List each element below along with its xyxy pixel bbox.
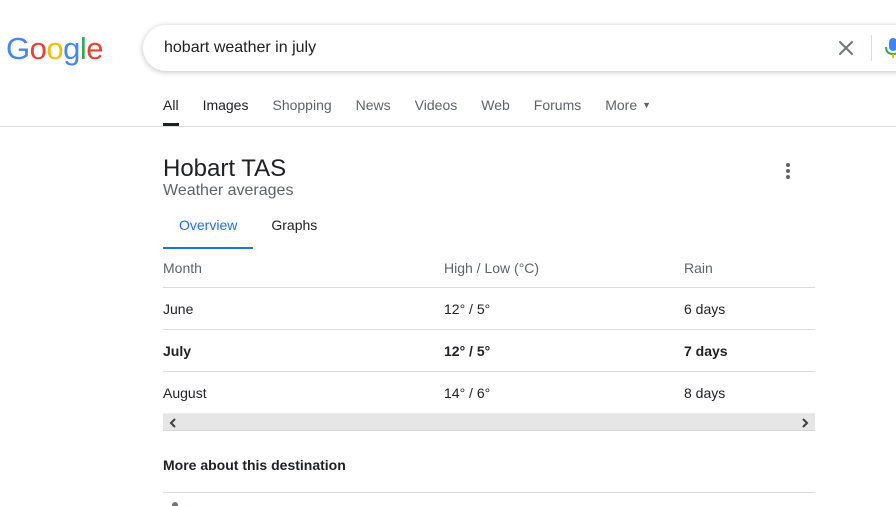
tab-graphs[interactable]: Graphs — [253, 216, 333, 249]
logo-letter: o — [46, 31, 64, 66]
chevron-left-icon[interactable] — [167, 416, 179, 430]
tab-label: Shopping — [272, 97, 332, 113]
table-row: August 14° / 6° 8 days — [163, 372, 815, 414]
tab-label: All — [163, 97, 179, 113]
tab-overview[interactable]: Overview — [163, 216, 254, 249]
weather-card-subtitle: Weather averages — [163, 182, 294, 199]
microphone-icon[interactable] — [883, 36, 896, 60]
column-header-rain: Rain — [684, 260, 713, 276]
month-cell: August — [163, 385, 207, 401]
rain-cell: 7 days — [684, 343, 728, 359]
tab-label: Web — [481, 97, 510, 113]
tab-label: News — [355, 97, 391, 113]
tab-all[interactable]: All — [163, 96, 179, 126]
google-logo[interactable]: Google — [6, 30, 104, 68]
horizontal-scrollbar[interactable] — [163, 413, 815, 431]
tab-more[interactable]: More ▼ — [605, 96, 651, 126]
search-results-page: Google hobart weather in july All Images… — [0, 0, 896, 506]
tab-label: Videos — [414, 97, 458, 113]
search-box[interactable]: hobart weather in july — [143, 25, 896, 71]
tab-videos[interactable]: Videos — [415, 96, 458, 126]
tab-label: More — [605, 97, 638, 113]
weather-subtabs: Overview Graphs — [163, 216, 333, 249]
weather-table: Month High / Low (°C) Rain June 12° / 5°… — [163, 248, 815, 414]
logo-letter: e — [86, 31, 104, 66]
tab-web[interactable]: Web — [481, 96, 510, 126]
logo-letter: G — [6, 31, 30, 66]
column-header-month: Month — [163, 260, 202, 276]
tab-images[interactable]: Images — [203, 96, 249, 126]
logo-letter: o — [29, 31, 47, 66]
month-cell: June — [163, 301, 194, 317]
rain-cell: 6 days — [684, 301, 726, 317]
search-divider — [871, 35, 872, 61]
weather-card-title: Hobart TAS — [163, 155, 287, 182]
logo-letter: g — [63, 31, 80, 66]
location-icon — [172, 502, 178, 506]
tab-forums[interactable]: Forums — [534, 96, 581, 126]
tab-news[interactable]: News — [356, 96, 391, 126]
subtab-label: Overview — [179, 217, 238, 233]
chevron-right-icon[interactable] — [799, 416, 811, 430]
rain-cell: 8 days — [684, 385, 726, 401]
month-cell: July — [163, 343, 192, 359]
column-header-temperature: High / Low (°C) — [444, 260, 540, 276]
tab-label: Images — [202, 97, 249, 113]
more-vertical-icon[interactable] — [778, 161, 798, 181]
temperature-cell: 12° / 5° — [444, 301, 491, 317]
table-row: June 12° / 5° 6 days — [163, 288, 815, 330]
tab-shopping[interactable]: Shopping — [272, 96, 331, 126]
section-divider — [163, 492, 815, 493]
temperature-cell: 14° / 6° — [444, 385, 491, 401]
table-row-highlighted: July 12° / 5° 7 days — [163, 330, 815, 372]
temperature-cell: 12° / 5° — [444, 343, 491, 359]
caret-down-icon: ▼ — [642, 100, 652, 110]
search-tabs: All Images Shopping News Videos Web Foru… — [163, 96, 675, 126]
more-about-heading: More about this destination — [163, 457, 346, 473]
subtab-label: Graphs — [271, 217, 318, 233]
table-header-row: Month High / Low (°C) Rain — [163, 248, 815, 288]
tabs-divider — [0, 126, 896, 127]
close-icon[interactable] — [836, 38, 856, 58]
search-input[interactable]: hobart weather in july — [164, 38, 316, 58]
tab-label: Forums — [533, 97, 582, 113]
